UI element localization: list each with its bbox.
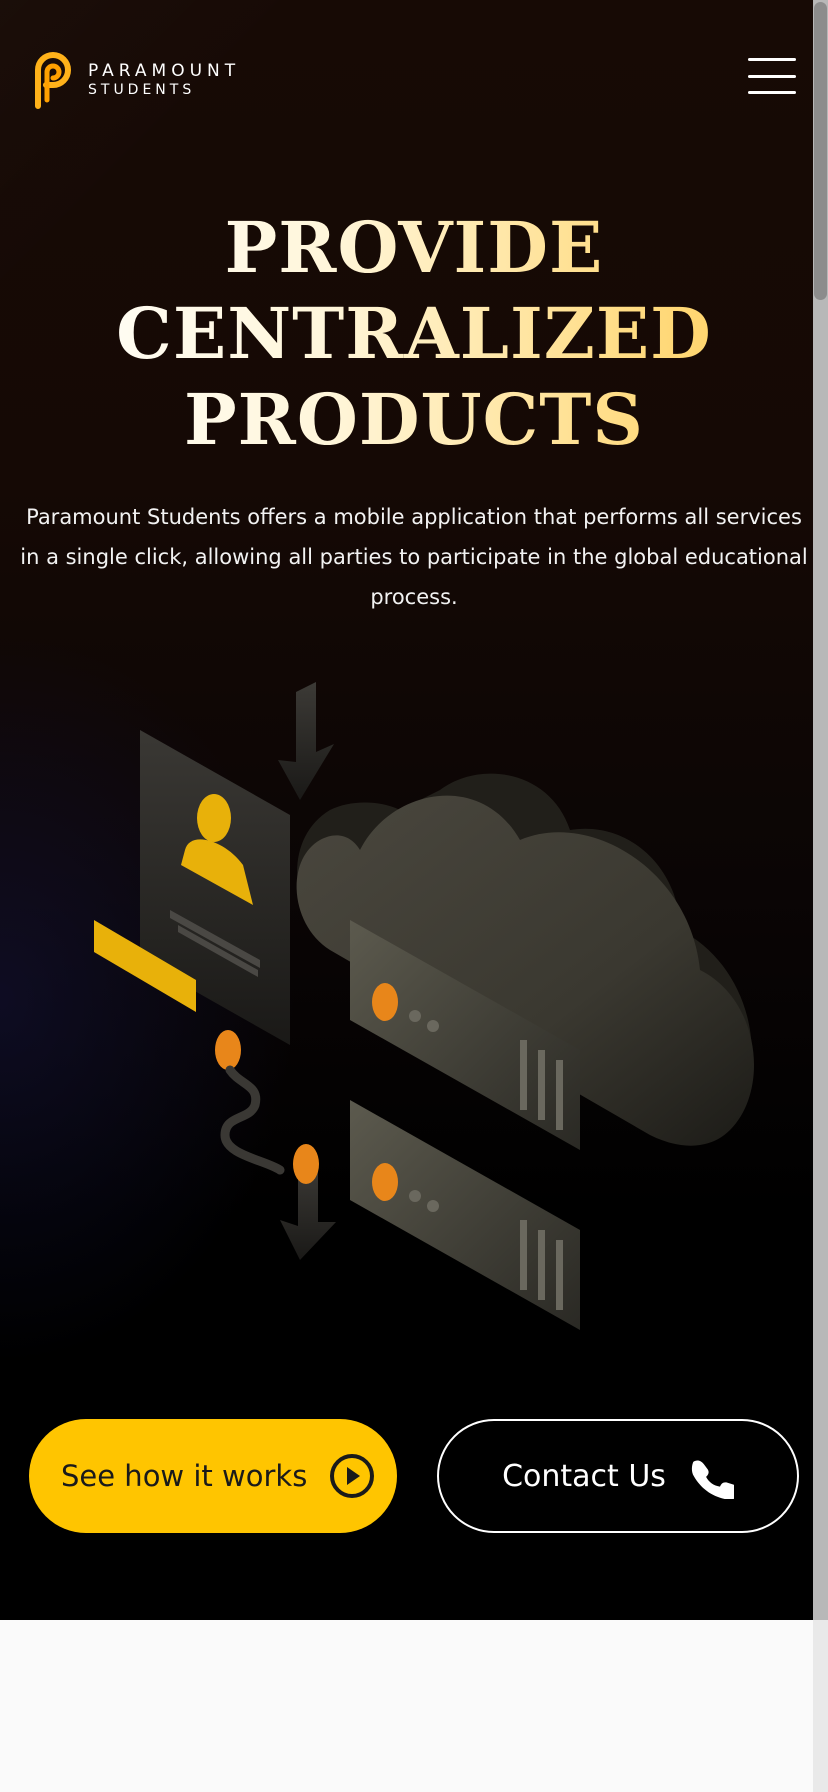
- hero-description: Paramount Students offers a mobile appli…: [20, 505, 808, 609]
- cloud-servers-illustration: [94, 682, 754, 1330]
- menu-bar-top: [748, 58, 796, 61]
- connector-dot-bottom: [293, 1144, 319, 1184]
- connector-cable: [220, 1065, 285, 1175]
- brand-logo-link[interactable]: PARAMOUNT STUDENTS: [30, 50, 240, 110]
- menu-bar-middle: [748, 74, 796, 78]
- server-2-slot-3: [556, 1240, 563, 1310]
- server-2-dot-1: [409, 1190, 421, 1202]
- server-1-slot-2: [538, 1050, 545, 1120]
- phone-icon: [691, 1460, 734, 1499]
- server-2-led: [372, 1163, 398, 1201]
- hero-headline: PROVIDE CENTRALIZED PRODUCTS: [0, 205, 813, 463]
- brand-line-1: PARAMOUNT: [88, 61, 241, 82]
- paramount-logo-icon: [35, 52, 71, 109]
- server-1-led: [372, 983, 398, 1021]
- profile-card: [140, 730, 290, 1045]
- server-2-slot-2: [538, 1230, 545, 1300]
- contact-us-button[interactable]: Contact Us: [437, 1419, 799, 1533]
- server-1-dot-2: [427, 1020, 439, 1032]
- profile-head: [197, 794, 231, 842]
- headline-line-1: PROVIDE: [224, 206, 604, 289]
- server-1-slot-3: [556, 1060, 563, 1130]
- see-how-it-works-button[interactable]: See how it works: [29, 1419, 397, 1533]
- server-2-dot-2: [427, 1200, 439, 1212]
- upload-arrow-icon: [278, 682, 334, 800]
- contact-us-label: Contact Us: [502, 1458, 666, 1494]
- server-2-slot-1: [520, 1220, 527, 1290]
- server-1-dot-1: [409, 1010, 421, 1022]
- headline-line-2: CENTRALIZED: [116, 292, 712, 375]
- play-circle-icon: [330, 1454, 375, 1498]
- hamburger-menu-icon[interactable]: [748, 58, 796, 94]
- scrollbar-thumb[interactable]: [814, 2, 827, 300]
- menu-bar-bottom: [748, 91, 796, 94]
- hero-section: PARAMOUNT STUDENTS PROVIDE CENTRALIZED P…: [0, 0, 813, 1620]
- brand-wordmark: PARAMOUNT STUDENTS: [88, 62, 240, 98]
- server-1-slot-1: [520, 1040, 527, 1110]
- brand-line-2: STUDENTS: [88, 81, 196, 98]
- connector-dot-top: [215, 1030, 241, 1070]
- headline-line-3: PRODUCTS: [184, 378, 644, 461]
- see-how-it-works-label: See how it works: [61, 1459, 308, 1493]
